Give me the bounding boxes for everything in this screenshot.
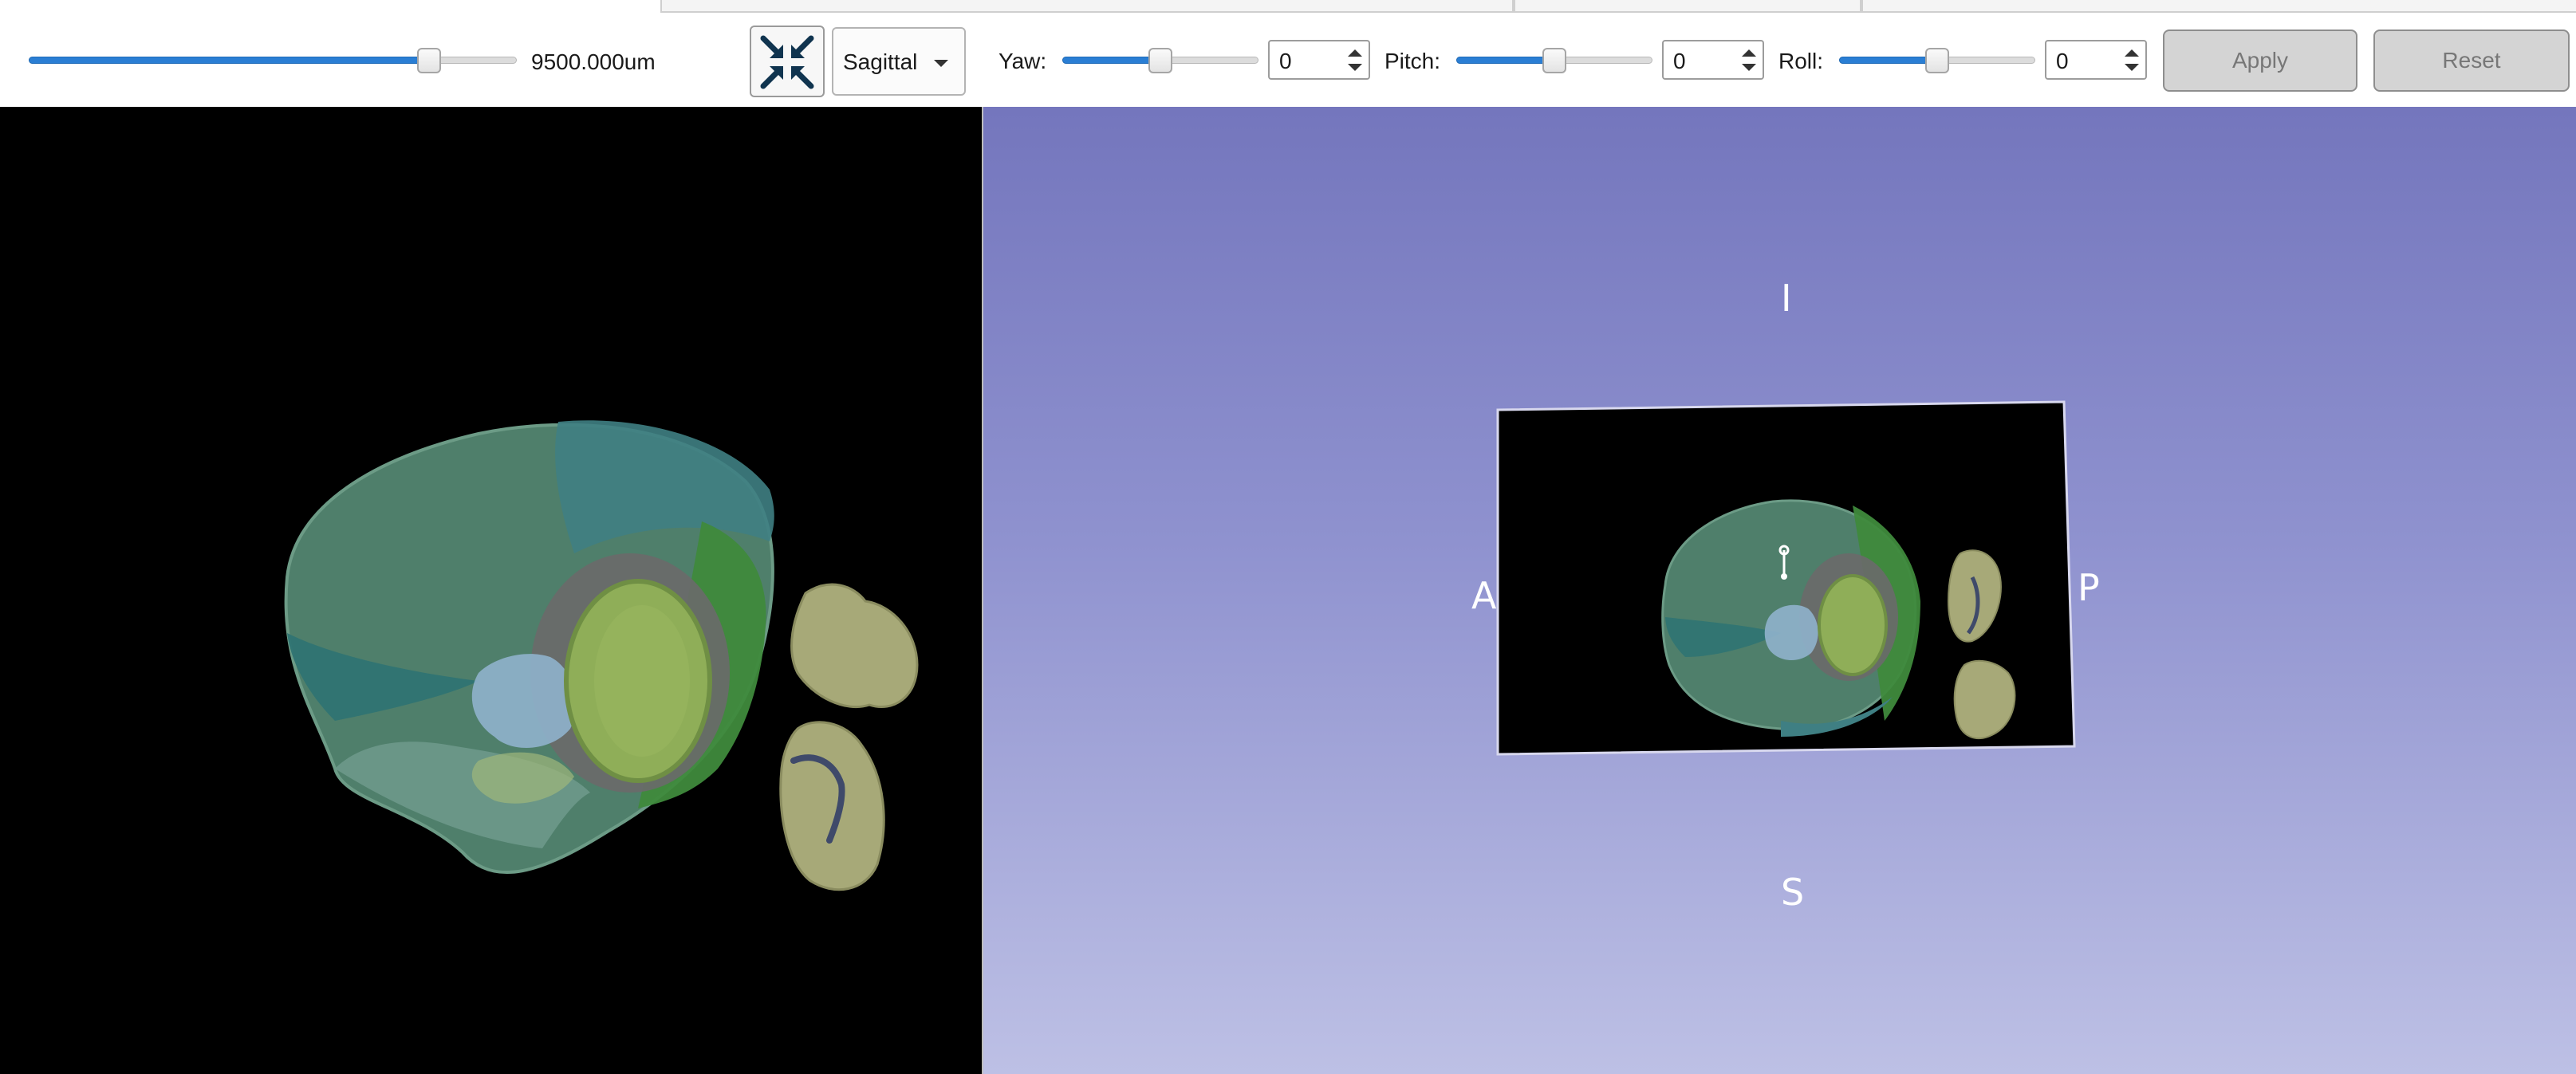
zoom-slider[interactable] xyxy=(29,45,517,77)
3d-slice-plane xyxy=(1496,400,2076,756)
slider-handle[interactable] xyxy=(417,48,441,73)
roll-spinbox[interactable]: 0 xyxy=(2045,40,2147,80)
yaw-value: 0 xyxy=(1279,49,1292,73)
roll-slider[interactable] xyxy=(1839,45,2035,77)
yaw-spinbox[interactable]: 0 xyxy=(1268,40,1370,80)
zoom-value-label: 9500.000um xyxy=(531,49,656,74)
yaw-slider[interactable] xyxy=(1062,45,1258,77)
slider-handle[interactable] xyxy=(1148,48,1172,73)
top-panel-edge xyxy=(660,0,1514,13)
fit-view-button[interactable] xyxy=(750,26,825,97)
slider-handle[interactable] xyxy=(1925,48,1949,73)
pitch-slider[interactable] xyxy=(1456,45,1652,77)
slider-fill xyxy=(29,57,429,64)
spin-up-icon[interactable] xyxy=(1742,49,1756,57)
roll-label: Roll: xyxy=(1778,49,1824,73)
brain-slice-render xyxy=(284,420,919,891)
spin-up-icon[interactable] xyxy=(1348,49,1362,57)
spin-down-icon[interactable] xyxy=(2125,64,2139,71)
pitch-spinbox[interactable]: 0 xyxy=(1662,40,1764,80)
pitch-label: Pitch: xyxy=(1385,49,1441,73)
app-window: 9500.000um Sagittal Yaw: 0 Pitch: 0 Roll… xyxy=(0,0,2576,1074)
slider-fill xyxy=(1456,57,1554,64)
slider-fill xyxy=(1839,57,1937,64)
pitch-value: 0 xyxy=(1673,49,1686,73)
chevron-down-icon xyxy=(934,60,948,67)
spin-up-icon[interactable] xyxy=(2125,49,2139,57)
top-panel-edge xyxy=(1514,0,1861,13)
collapse-arrows-icon xyxy=(760,35,814,89)
apply-button[interactable]: Apply xyxy=(2163,30,2357,92)
reset-button[interactable]: Reset xyxy=(2373,30,2570,92)
top-panel-edge xyxy=(1861,0,2576,13)
roll-value: 0 xyxy=(2056,49,2069,73)
view-orientation-dropdown[interactable]: Sagittal xyxy=(832,27,966,96)
spin-down-icon[interactable] xyxy=(1348,64,1362,71)
dropdown-selected-value: Sagittal xyxy=(843,49,918,74)
slider-fill xyxy=(1062,57,1160,64)
yaw-label: Yaw: xyxy=(998,49,1047,73)
toolbar: 9500.000um Sagittal Yaw: 0 Pitch: 0 Roll… xyxy=(0,0,2576,107)
slice-viewer[interactable] xyxy=(0,107,982,1074)
3d-viewer[interactable]: I S A P xyxy=(983,107,2576,1074)
slider-handle[interactable] xyxy=(1542,48,1566,73)
spin-down-icon[interactable] xyxy=(1742,64,1756,71)
